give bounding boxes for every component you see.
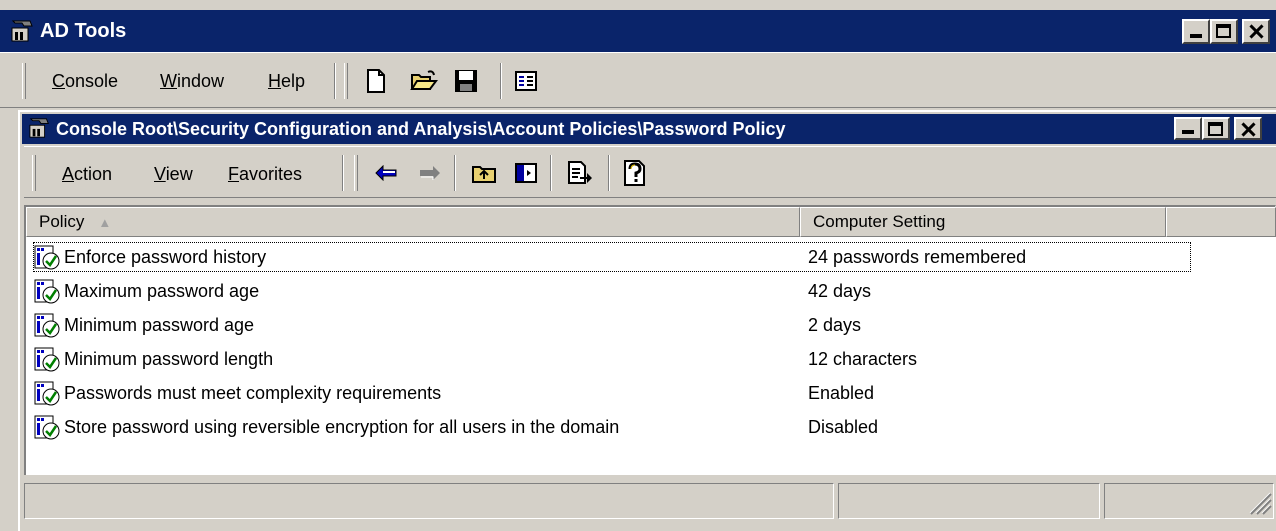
policy-setting-icon xyxy=(34,381,64,407)
forward-arrow-icon[interactable] xyxy=(416,159,444,187)
computer-setting-value: 12 characters xyxy=(808,349,918,369)
menu-action[interactable]: Action xyxy=(62,163,112,185)
menu-favorites[interactable]: Favorites xyxy=(228,163,302,185)
minimize-button[interactable] xyxy=(1182,19,1210,44)
column-setting-label: Computer Setting xyxy=(813,212,946,231)
child-minimize-button[interactable] xyxy=(1174,117,1202,140)
help-icon[interactable] xyxy=(622,159,650,187)
app-title: AD Tools xyxy=(40,20,127,42)
table-row[interactable]: Passwords must meet complexity requireme… xyxy=(32,377,1192,409)
policy-setting-icon xyxy=(34,347,64,373)
computer-setting-value: Enabled xyxy=(808,383,875,403)
app-title-bar[interactable]: AD Tools xyxy=(0,10,1276,52)
up-folder-icon[interactable] xyxy=(470,159,498,187)
computer-setting-value: 42 days xyxy=(808,281,872,301)
policy-name: Minimum password length xyxy=(64,349,274,369)
computer-setting-value: 24 passwords remembered xyxy=(808,247,1027,267)
save-icon[interactable] xyxy=(452,67,480,95)
console-icon xyxy=(29,118,49,138)
maximize-button[interactable] xyxy=(1210,19,1238,44)
policy-name: Maximum password age xyxy=(64,281,260,301)
window-list-icon[interactable] xyxy=(512,67,540,95)
child-menu-bar: Action View Favorites xyxy=(24,146,1276,198)
table-row[interactable]: Enforce password history 24 passwords rem… xyxy=(32,241,1192,273)
column-header-filler xyxy=(1166,207,1276,237)
child-title-bar[interactable]: Console Root\Security Configuration and … xyxy=(22,114,1276,144)
table-row[interactable]: Minimum password length 12 characters xyxy=(32,343,1192,375)
policy-name: Minimum password age xyxy=(64,315,255,335)
policy-name: Passwords must meet complexity requireme… xyxy=(64,383,442,403)
menu-console[interactable]: Console xyxy=(52,70,118,92)
policy-list-view[interactable]: Policy ▲ Computer Setting Enforce passwor… xyxy=(24,205,1276,475)
computer-setting-value: 2 days xyxy=(808,315,862,335)
status-panel-main xyxy=(24,483,834,519)
computer-setting-value: Disabled xyxy=(808,417,879,437)
column-header-policy[interactable]: Policy ▲ xyxy=(26,207,800,237)
sort-ascending-icon: ▲ xyxy=(98,215,112,230)
policy-setting-icon xyxy=(34,245,64,271)
policy-setting-icon xyxy=(34,279,64,305)
policy-name: Enforce password history xyxy=(64,247,267,267)
ad-tools-icon xyxy=(11,20,33,42)
child-maximize-button[interactable] xyxy=(1202,117,1230,140)
back-arrow-icon[interactable] xyxy=(372,159,400,187)
close-button[interactable] xyxy=(1242,19,1270,44)
open-folder-icon[interactable] xyxy=(410,67,438,95)
policy-name: Store password using reversible encrypti… xyxy=(64,417,620,437)
menu-view[interactable]: View xyxy=(154,163,193,185)
main-menu-bar: Console Window Help xyxy=(0,52,1276,108)
policy-setting-icon xyxy=(34,415,64,441)
column-header-computer-setting[interactable]: Computer Setting xyxy=(800,207,1166,237)
export-list-icon[interactable] xyxy=(566,159,594,187)
column-policy-label: Policy xyxy=(39,212,85,231)
policy-setting-icon xyxy=(34,313,64,339)
status-panel-2 xyxy=(838,483,1100,519)
menu-help[interactable]: Help xyxy=(268,70,305,92)
table-row[interactable]: Minimum password age 2 days xyxy=(32,309,1192,341)
resize-grip-icon[interactable] xyxy=(1246,489,1272,515)
show-hide-tree-icon[interactable] xyxy=(512,159,540,187)
menu-window[interactable]: Window xyxy=(160,70,224,92)
child-close-button[interactable] xyxy=(1234,117,1262,140)
child-window-title: Console Root\Security Configuration and … xyxy=(56,119,786,139)
status-bar xyxy=(24,483,1276,519)
new-document-icon[interactable] xyxy=(362,67,390,95)
table-row[interactable]: Maximum password age 42 days xyxy=(32,275,1192,307)
table-row[interactable]: Store password using reversible encrypti… xyxy=(32,411,1192,443)
